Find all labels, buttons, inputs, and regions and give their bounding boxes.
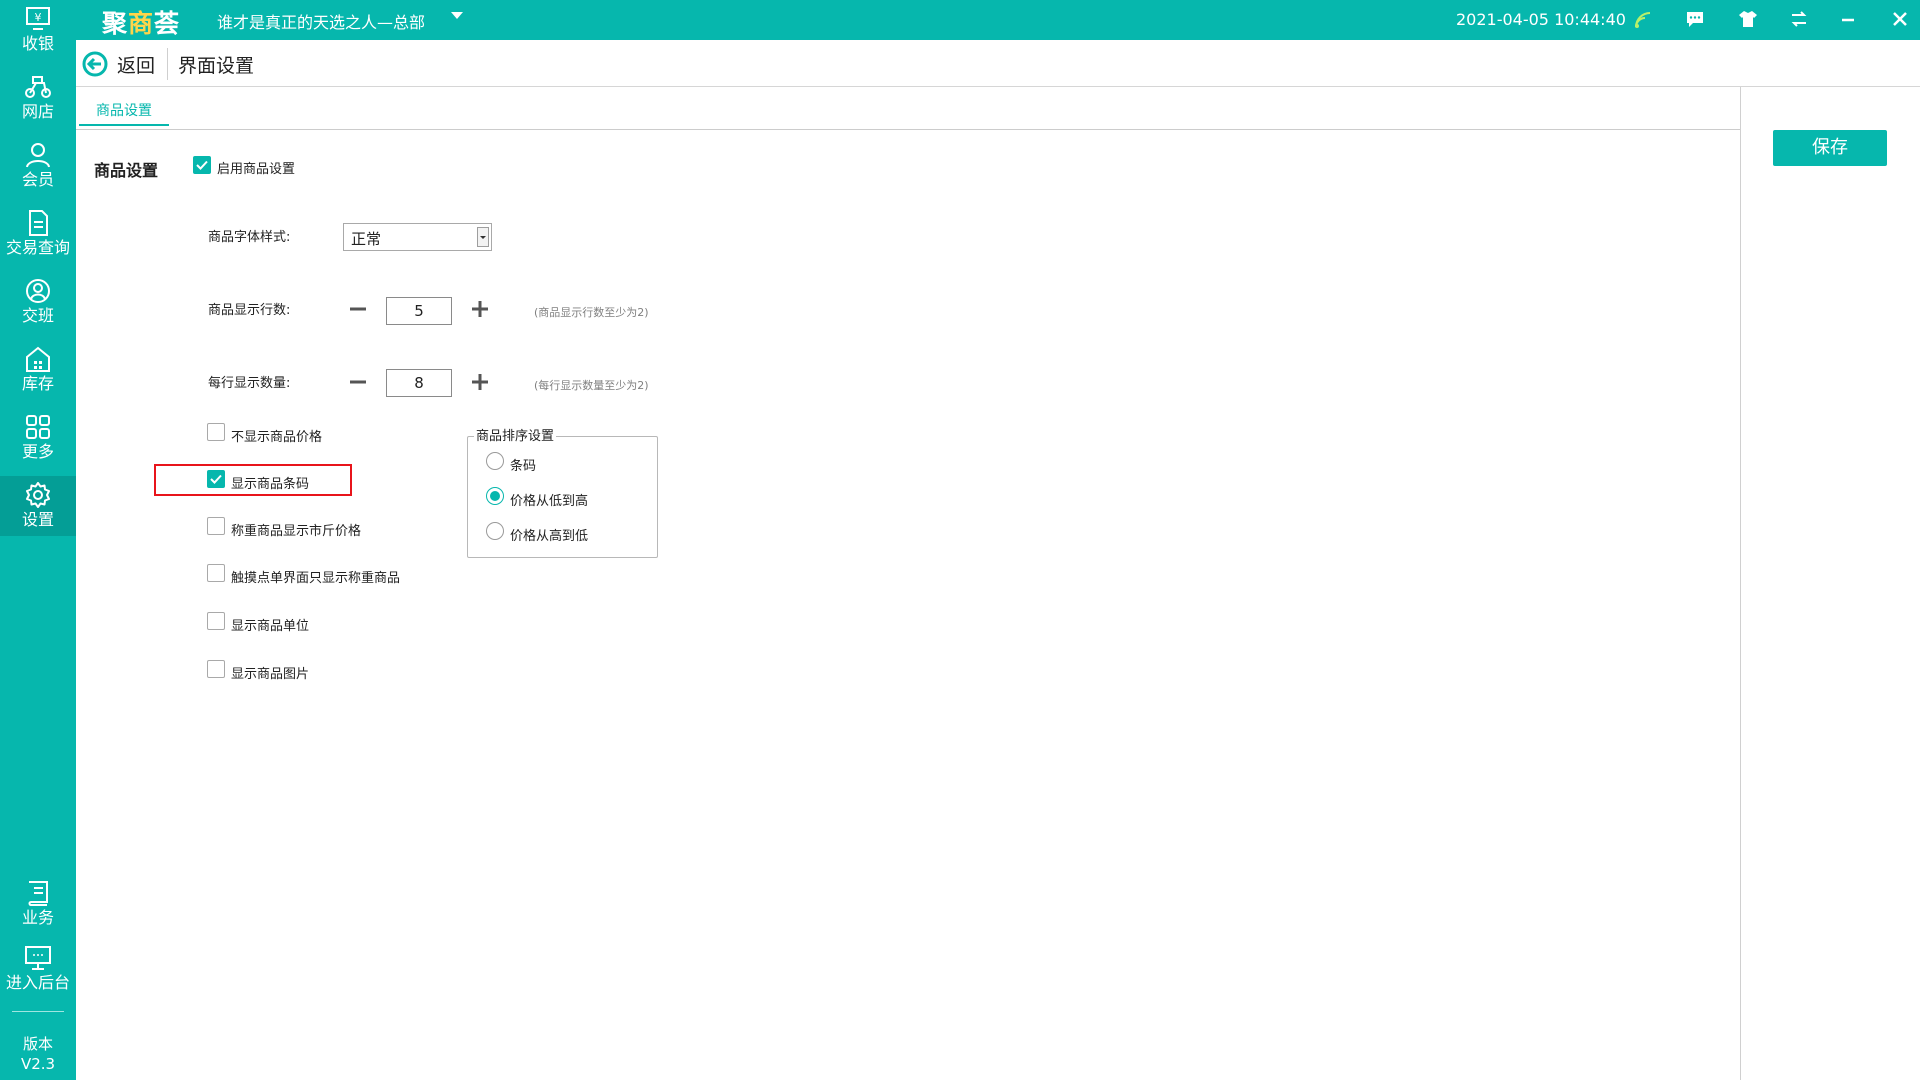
dropdown-arrow-icon[interactable] xyxy=(477,227,489,247)
shift-icon xyxy=(26,279,50,303)
sidebar-item-business[interactable]: 业务 xyxy=(0,880,76,938)
per-row-input[interactable]: 8 xyxy=(386,369,452,397)
version-value: V2.3 xyxy=(20,1055,56,1073)
per-row-label: 每行显示数量: xyxy=(208,376,291,391)
gear-icon xyxy=(26,482,50,508)
monitor-icon xyxy=(25,946,51,970)
touch-weighted-only-label: 触摸点单界面只显示称重商品 xyxy=(231,571,401,586)
back-button[interactable]: 返回 xyxy=(117,51,155,78)
cashier-icon: ¥ xyxy=(26,7,50,30)
tab-bar: 商品设置 xyxy=(76,87,1740,130)
sidebar-item-member[interactable]: 会员 xyxy=(0,142,76,200)
rows-input[interactable]: 5 xyxy=(386,297,452,325)
svg-text:¥: ¥ xyxy=(35,11,42,24)
store-selector[interactable]: 谁才是真正的天选之人—总部 xyxy=(217,9,425,33)
member-icon xyxy=(26,143,50,168)
back-arrow-icon[interactable] xyxy=(82,51,108,77)
datetime-display: 2021-04-05 10:44:40 xyxy=(1456,10,1626,29)
message-icon[interactable] xyxy=(1685,9,1705,29)
sidebar-item-online-store[interactable]: 网店 xyxy=(0,74,76,132)
sidebar-item-more[interactable]: 更多 xyxy=(0,414,76,472)
sort-price-desc-radio[interactable] xyxy=(486,522,504,540)
show-image-label: 显示商品图片 xyxy=(231,667,310,682)
sidebar-item-label: 库存 xyxy=(21,374,54,393)
page-header: 返回 界面设置 xyxy=(76,40,1920,87)
rows-increment-button[interactable] xyxy=(468,297,492,321)
sidebar-item-label: 业务 xyxy=(21,908,54,927)
sidebar-item-label: 交易查询 xyxy=(5,238,70,257)
weighted-jin-price-label: 称重商品显示市斤价格 xyxy=(231,524,362,539)
tab-product-settings[interactable]: 商品设置 xyxy=(79,99,169,126)
show-barcode-label: 显示商品条码 xyxy=(231,477,310,492)
sort-price-desc-label: 价格从高到低 xyxy=(510,529,589,544)
checkmark-icon xyxy=(210,474,222,484)
sidebar-item-inventory[interactable]: 库存 xyxy=(0,346,76,404)
font-style-select[interactable]: 正常 xyxy=(343,223,492,251)
show-unit-checkbox[interactable] xyxy=(207,612,225,630)
sidebar-item-label: 会员 xyxy=(21,170,54,189)
sidebar-item-label: 收银 xyxy=(21,34,54,53)
sidebar-item-label: 更多 xyxy=(21,442,54,461)
minimize-icon[interactable] xyxy=(1840,9,1856,29)
sort-settings-legend: 商品排序设置 xyxy=(474,425,557,444)
show-barcode-checkbox[interactable] xyxy=(207,470,225,488)
panel-divider xyxy=(1740,87,1741,1080)
sort-price-asc-label: 价格从低到高 xyxy=(510,494,589,509)
chevron-down-icon[interactable] xyxy=(451,12,463,20)
title-bar: 聚商荟 谁才是真正的天选之人—总部 2021-04-05 10:44:40 xyxy=(76,0,1920,40)
section-label: 商品设置 xyxy=(94,161,159,180)
sidebar-item-label: 网店 xyxy=(21,102,54,121)
touch-weighted-only-checkbox[interactable] xyxy=(207,564,225,582)
checkmark-icon xyxy=(196,160,208,170)
rows-decrement-button[interactable] xyxy=(346,297,370,321)
font-style-label: 商品字体样式: xyxy=(208,230,291,245)
page-title: 界面设置 xyxy=(178,55,255,77)
sort-barcode-label: 条码 xyxy=(510,459,537,474)
sync-icon[interactable] xyxy=(1789,9,1809,29)
sidebar-item-backend[interactable]: 进入后台 xyxy=(0,945,76,1003)
sidebar-item-label: 进入后台 xyxy=(5,973,70,992)
sidebar-item-label: 交班 xyxy=(21,306,54,325)
hide-price-label: 不显示商品价格 xyxy=(231,430,323,445)
document-icon xyxy=(29,210,48,236)
show-unit-label: 显示商品单位 xyxy=(231,619,310,634)
signal-icon xyxy=(1635,12,1651,28)
per-row-decrement-button[interactable] xyxy=(346,370,370,394)
font-style-value: 正常 xyxy=(351,230,382,248)
enable-product-settings-checkbox[interactable] xyxy=(193,156,211,174)
sidebar-divider xyxy=(12,1011,64,1012)
sidebar-item-label: 设置 xyxy=(21,510,54,529)
sidebar-item-settings[interactable]: 设置 xyxy=(0,476,76,536)
per-row-hint: (每行显示数量至少为2) xyxy=(534,379,649,392)
scooter-icon xyxy=(25,76,51,98)
shirt-icon[interactable] xyxy=(1738,9,1758,29)
version-info: 版本 V2.3 xyxy=(0,1034,76,1074)
enable-product-settings-label: 启用商品设置 xyxy=(217,162,296,177)
header-divider xyxy=(167,48,168,80)
sidebar: ¥ 收银 网店 会员 交易查询 交班 库存 更多 设置 业务 进入后台 版本 V… xyxy=(0,0,76,1080)
show-image-checkbox[interactable] xyxy=(207,660,225,678)
book-icon xyxy=(28,881,48,906)
version-label: 版本 xyxy=(22,1035,53,1053)
rows-label: 商品显示行数: xyxy=(208,303,291,318)
weighted-jin-price-checkbox[interactable] xyxy=(207,517,225,535)
per-row-increment-button[interactable] xyxy=(468,370,492,394)
save-button[interactable]: 保存 xyxy=(1773,130,1887,166)
sort-price-asc-radio[interactable] xyxy=(486,487,504,505)
rows-hint: (商品显示行数至少为2) xyxy=(534,306,649,319)
grid-icon xyxy=(26,415,50,439)
sidebar-item-transactions[interactable]: 交易查询 xyxy=(0,210,76,268)
close-icon[interactable] xyxy=(1892,9,1908,29)
sort-barcode-radio[interactable] xyxy=(486,452,504,470)
hide-price-checkbox[interactable] xyxy=(207,423,225,441)
sidebar-item-shift[interactable]: 交班 xyxy=(0,278,76,336)
warehouse-icon xyxy=(26,346,50,372)
sidebar-item-cashier[interactable]: ¥ 收银 xyxy=(0,6,76,64)
app-logo: 聚商荟 xyxy=(102,9,181,38)
